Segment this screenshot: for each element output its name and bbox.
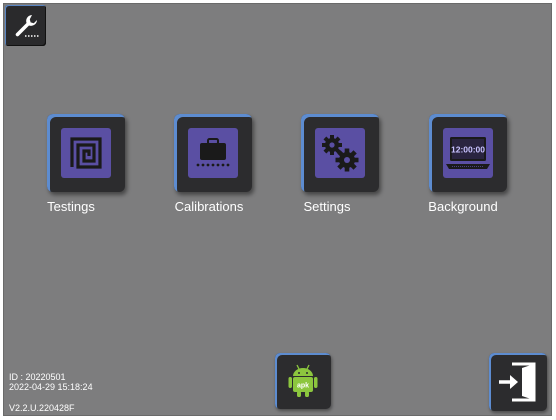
testings-tile[interactable] bbox=[47, 114, 125, 192]
background-label: Background bbox=[428, 199, 498, 214]
background-tile[interactable]: 12:00:00 bbox=[429, 114, 507, 192]
laptop-clock-icon: 12:00:00 bbox=[446, 137, 490, 169]
apk-label: apk bbox=[297, 383, 309, 390]
gears-icon bbox=[322, 135, 359, 172]
suitcase-conveyor-icon bbox=[196, 138, 230, 167]
exit-button[interactable] bbox=[489, 353, 547, 411]
exit-door-icon bbox=[499, 362, 536, 402]
calibrations-label: Calibrations bbox=[174, 199, 244, 214]
calibrations-tile[interactable] bbox=[174, 114, 252, 192]
spiral-square-icon bbox=[70, 137, 102, 169]
main-screen: Testings Calibrations Settings 12:00:00 … bbox=[3, 3, 552, 416]
testings-label: Testings bbox=[47, 199, 95, 214]
apk-button[interactable]: apk bbox=[275, 353, 331, 409]
device-datetime: 2022-04-29 15:18:24 bbox=[9, 382, 93, 392]
device-id: ID : 20220501 bbox=[9, 372, 66, 382]
android-apk-icon: apk bbox=[288, 364, 318, 397]
firmware-version: V2.2.U.220428F bbox=[9, 403, 75, 413]
settings-label: Settings bbox=[303, 199, 351, 214]
settings-tile[interactable] bbox=[301, 114, 379, 192]
wrench-icon bbox=[15, 14, 39, 37]
laptop-clock-text: 12:00:00 bbox=[451, 145, 485, 155]
tools-button[interactable] bbox=[5, 5, 46, 46]
